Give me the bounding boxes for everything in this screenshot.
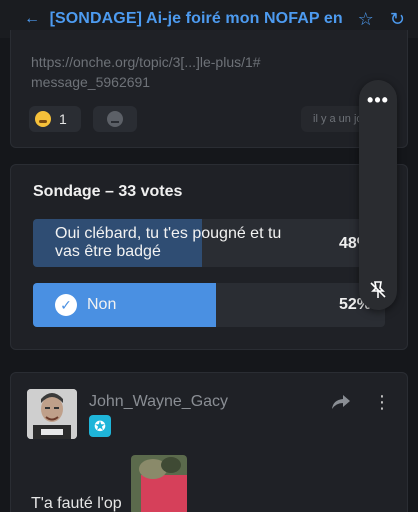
poll-card: Sondage – 33 votes Oui clébard, tu t'es … bbox=[10, 164, 408, 350]
comment-text: T'a fauté l'op bbox=[31, 495, 122, 512]
reaction-count: 1 bbox=[59, 111, 67, 127]
poll-title: Sondage – 33 votes bbox=[33, 183, 183, 200]
reaction-button[interactable]: 1 bbox=[29, 106, 81, 132]
kebab-menu-icon[interactable]: ⋮ bbox=[373, 391, 391, 413]
sweat-smile-emoji-icon bbox=[35, 111, 51, 127]
sticker-image bbox=[131, 455, 187, 512]
username[interactable]: John_Wayne_Gacy bbox=[89, 393, 228, 411]
avatar[interactable] bbox=[27, 389, 77, 439]
more-horizontal-icon[interactable]: ••• bbox=[359, 90, 397, 111]
check-circle-icon: ✓ bbox=[55, 294, 77, 316]
back-arrow-icon[interactable]: ← bbox=[24, 10, 44, 28]
poll-option-non[interactable]: ✓ Non 52% bbox=[33, 283, 385, 327]
message-link[interactable]: https://onche.org/topic/3[...]le-plus/1#… bbox=[31, 52, 261, 92]
pin-off-icon[interactable] bbox=[368, 280, 388, 300]
poll-option-oui[interactable]: Oui clébard, tu t'es pougné et tu vas êt… bbox=[33, 219, 385, 267]
floating-action-panel: ••• bbox=[359, 80, 397, 310]
star-icon[interactable]: ☆ bbox=[355, 9, 377, 30]
share-icon[interactable] bbox=[331, 393, 353, 413]
poll-option-label: Non bbox=[87, 296, 117, 313]
poll-option-label: Oui clébard, tu t'es pougné et tu vas êt… bbox=[55, 225, 282, 260]
previous-post-card: https://onche.org/topic/3[...]le-plus/1#… bbox=[10, 30, 408, 148]
add-reaction-button[interactable] bbox=[93, 106, 137, 132]
add-reaction-icon bbox=[107, 111, 123, 127]
topic-title: [SONDAGE] Ai-je foiré mon NOFAP en bbox=[49, 10, 343, 27]
comment-card: John_Wayne_Gacy ✪ ⋮ T'a fauté l'op bbox=[10, 372, 408, 512]
star-badge-icon: ✪ bbox=[89, 415, 111, 437]
refresh-icon[interactable]: ↻ bbox=[386, 9, 408, 30]
